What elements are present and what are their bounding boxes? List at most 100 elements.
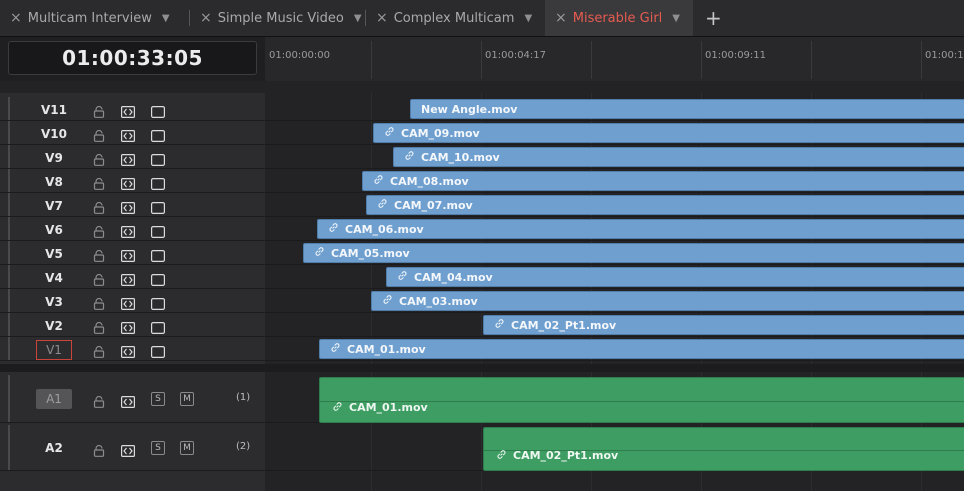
monitor-icon[interactable] — [151, 223, 166, 239]
video-clip[interactable]: CAM_02_Pt1.mov — [483, 315, 964, 335]
timeline-tracks-area[interactable]: New Angle.mov CAM_09.mov CAM_10.mov CAM_08.… — [265, 93, 964, 491]
auto-select-icon[interactable] — [121, 175, 136, 191]
auto-select-icon[interactable] — [121, 442, 136, 458]
tab-simple-music-video[interactable]: × Simple Music Video ▼ — [190, 0, 365, 36]
video-track-header[interactable]: V4 — [0, 265, 265, 289]
video-clip[interactable]: CAM_07.mov — [366, 195, 964, 215]
tab-miserable-girl[interactable]: × Miserable Girl ▼ — [545, 0, 693, 36]
ruler-tick — [921, 41, 922, 79]
track-name[interactable]: V1 — [36, 340, 72, 360]
plus-icon[interactable]: + — [705, 6, 722, 30]
audio-clip[interactable]: CAM_02_Pt1.mov — [483, 427, 964, 471]
close-icon[interactable]: × — [555, 10, 567, 26]
lock-icon[interactable] — [93, 295, 105, 310]
track-name[interactable]: V4 — [36, 268, 72, 288]
video-track-header[interactable]: V9 — [0, 145, 265, 169]
mute-button[interactable]: M — [180, 392, 194, 406]
track-name[interactable]: A1 — [36, 389, 72, 409]
monitor-icon[interactable] — [151, 151, 166, 167]
video-clip[interactable]: CAM_05.mov — [303, 243, 964, 263]
video-track-header[interactable]: V1 — [0, 337, 265, 361]
lock-icon[interactable] — [93, 393, 105, 408]
track-name[interactable]: V3 — [36, 292, 72, 312]
track-name[interactable]: V8 — [36, 172, 72, 192]
video-track-header[interactable]: V5 — [0, 241, 265, 265]
track-name[interactable]: V9 — [36, 148, 72, 168]
auto-select-icon[interactable] — [121, 127, 136, 143]
lock-icon[interactable] — [93, 271, 105, 286]
monitor-icon[interactable] — [151, 247, 166, 263]
video-clip[interactable]: CAM_03.mov — [371, 291, 964, 311]
video-clip[interactable]: CAM_09.mov — [373, 123, 964, 143]
chevron-down-icon[interactable]: ▼ — [672, 13, 680, 24]
solo-button[interactable]: S — [151, 392, 165, 406]
audio-clip[interactable]: CAM_01.mov — [319, 377, 964, 423]
video-clip[interactable]: New Angle.mov — [410, 99, 964, 119]
monitor-icon[interactable] — [151, 271, 166, 287]
auto-select-icon[interactable] — [121, 151, 136, 167]
lock-icon[interactable] — [93, 442, 105, 457]
track-name[interactable]: V6 — [36, 220, 72, 240]
close-icon[interactable]: × — [200, 10, 212, 26]
tab-complex-multicam[interactable]: × Complex Multicam ▼ — [366, 0, 544, 36]
auto-select-icon[interactable] — [121, 199, 136, 215]
auto-select-icon[interactable] — [121, 393, 136, 409]
video-track-header[interactable]: V3 — [0, 289, 265, 313]
monitor-icon[interactable] — [151, 175, 166, 191]
chevron-down-icon[interactable]: ▼ — [524, 13, 532, 24]
track-name[interactable]: V2 — [36, 316, 72, 336]
track-name[interactable]: V10 — [36, 124, 72, 144]
auto-select-icon[interactable] — [121, 343, 136, 359]
video-clip[interactable]: CAM_04.mov — [386, 267, 964, 287]
video-track-header[interactable]: V8 — [0, 169, 265, 193]
monitor-icon[interactable] — [151, 295, 166, 311]
timecode-display[interactable]: 01:00:33:05 — [8, 41, 257, 75]
solo-button[interactable]: S — [151, 441, 165, 455]
video-track-header[interactable]: V10 — [0, 121, 265, 145]
video-clip[interactable]: CAM_08.mov — [362, 171, 964, 191]
lock-icon[interactable] — [93, 127, 105, 142]
mute-button[interactable]: M — [180, 441, 194, 455]
video-clip[interactable]: CAM_10.mov — [393, 147, 964, 167]
clip-name: CAM_03.mov — [399, 294, 478, 308]
auto-select-icon[interactable] — [121, 319, 136, 335]
auto-select-icon[interactable] — [121, 271, 136, 287]
video-track-header[interactable]: V2 — [0, 313, 265, 337]
monitor-icon[interactable] — [151, 319, 166, 335]
track-name[interactable]: A2 — [36, 438, 72, 458]
close-icon[interactable]: × — [376, 10, 388, 26]
lock-icon[interactable] — [93, 103, 105, 118]
timeline-ruler[interactable]: 01:00:00:00 01:00:04:17 01:00:09:11 01:0… — [265, 37, 964, 81]
video-clip[interactable]: CAM_06.mov — [317, 219, 964, 239]
lock-icon[interactable] — [93, 223, 105, 238]
video-track-header[interactable]: V7 — [0, 193, 265, 217]
lock-icon[interactable] — [93, 247, 105, 262]
chevron-down-icon[interactable]: ▼ — [354, 13, 362, 24]
video-track-header[interactable]: V6 — [0, 217, 265, 241]
auto-select-icon[interactable] — [121, 247, 136, 263]
chevron-down-icon[interactable]: ▼ — [162, 13, 170, 24]
lock-icon[interactable] — [93, 175, 105, 190]
audio-track-header[interactable]: A2 S M (2) — [0, 425, 265, 471]
monitor-icon[interactable] — [151, 103, 166, 119]
lock-icon[interactable] — [93, 319, 105, 334]
lock-icon[interactable] — [93, 199, 105, 214]
track-name[interactable]: V5 — [36, 244, 72, 264]
track-name[interactable]: V11 — [36, 100, 72, 120]
monitor-icon[interactable] — [151, 199, 166, 215]
lock-icon[interactable] — [93, 343, 105, 358]
audio-track-header[interactable]: A1 S M (1) — [0, 375, 265, 423]
auto-select-icon[interactable] — [121, 295, 136, 311]
tab-multicam-interview[interactable]: × Multicam Interview ▼ — [0, 0, 189, 36]
clip-name: CAM_09.mov — [401, 126, 480, 140]
monitor-icon[interactable] — [151, 343, 166, 359]
close-icon[interactable]: × — [10, 10, 22, 26]
monitor-icon[interactable] — [151, 127, 166, 143]
auto-select-icon[interactable] — [121, 223, 136, 239]
track-name[interactable]: V7 — [36, 196, 72, 216]
audio-clip-label: CAM_02_Pt1.mov — [496, 449, 618, 462]
lock-icon[interactable] — [93, 151, 105, 166]
video-clip[interactable]: CAM_01.mov — [319, 339, 964, 359]
auto-select-icon[interactable] — [121, 103, 136, 119]
video-track-header[interactable]: V11 — [0, 97, 265, 121]
